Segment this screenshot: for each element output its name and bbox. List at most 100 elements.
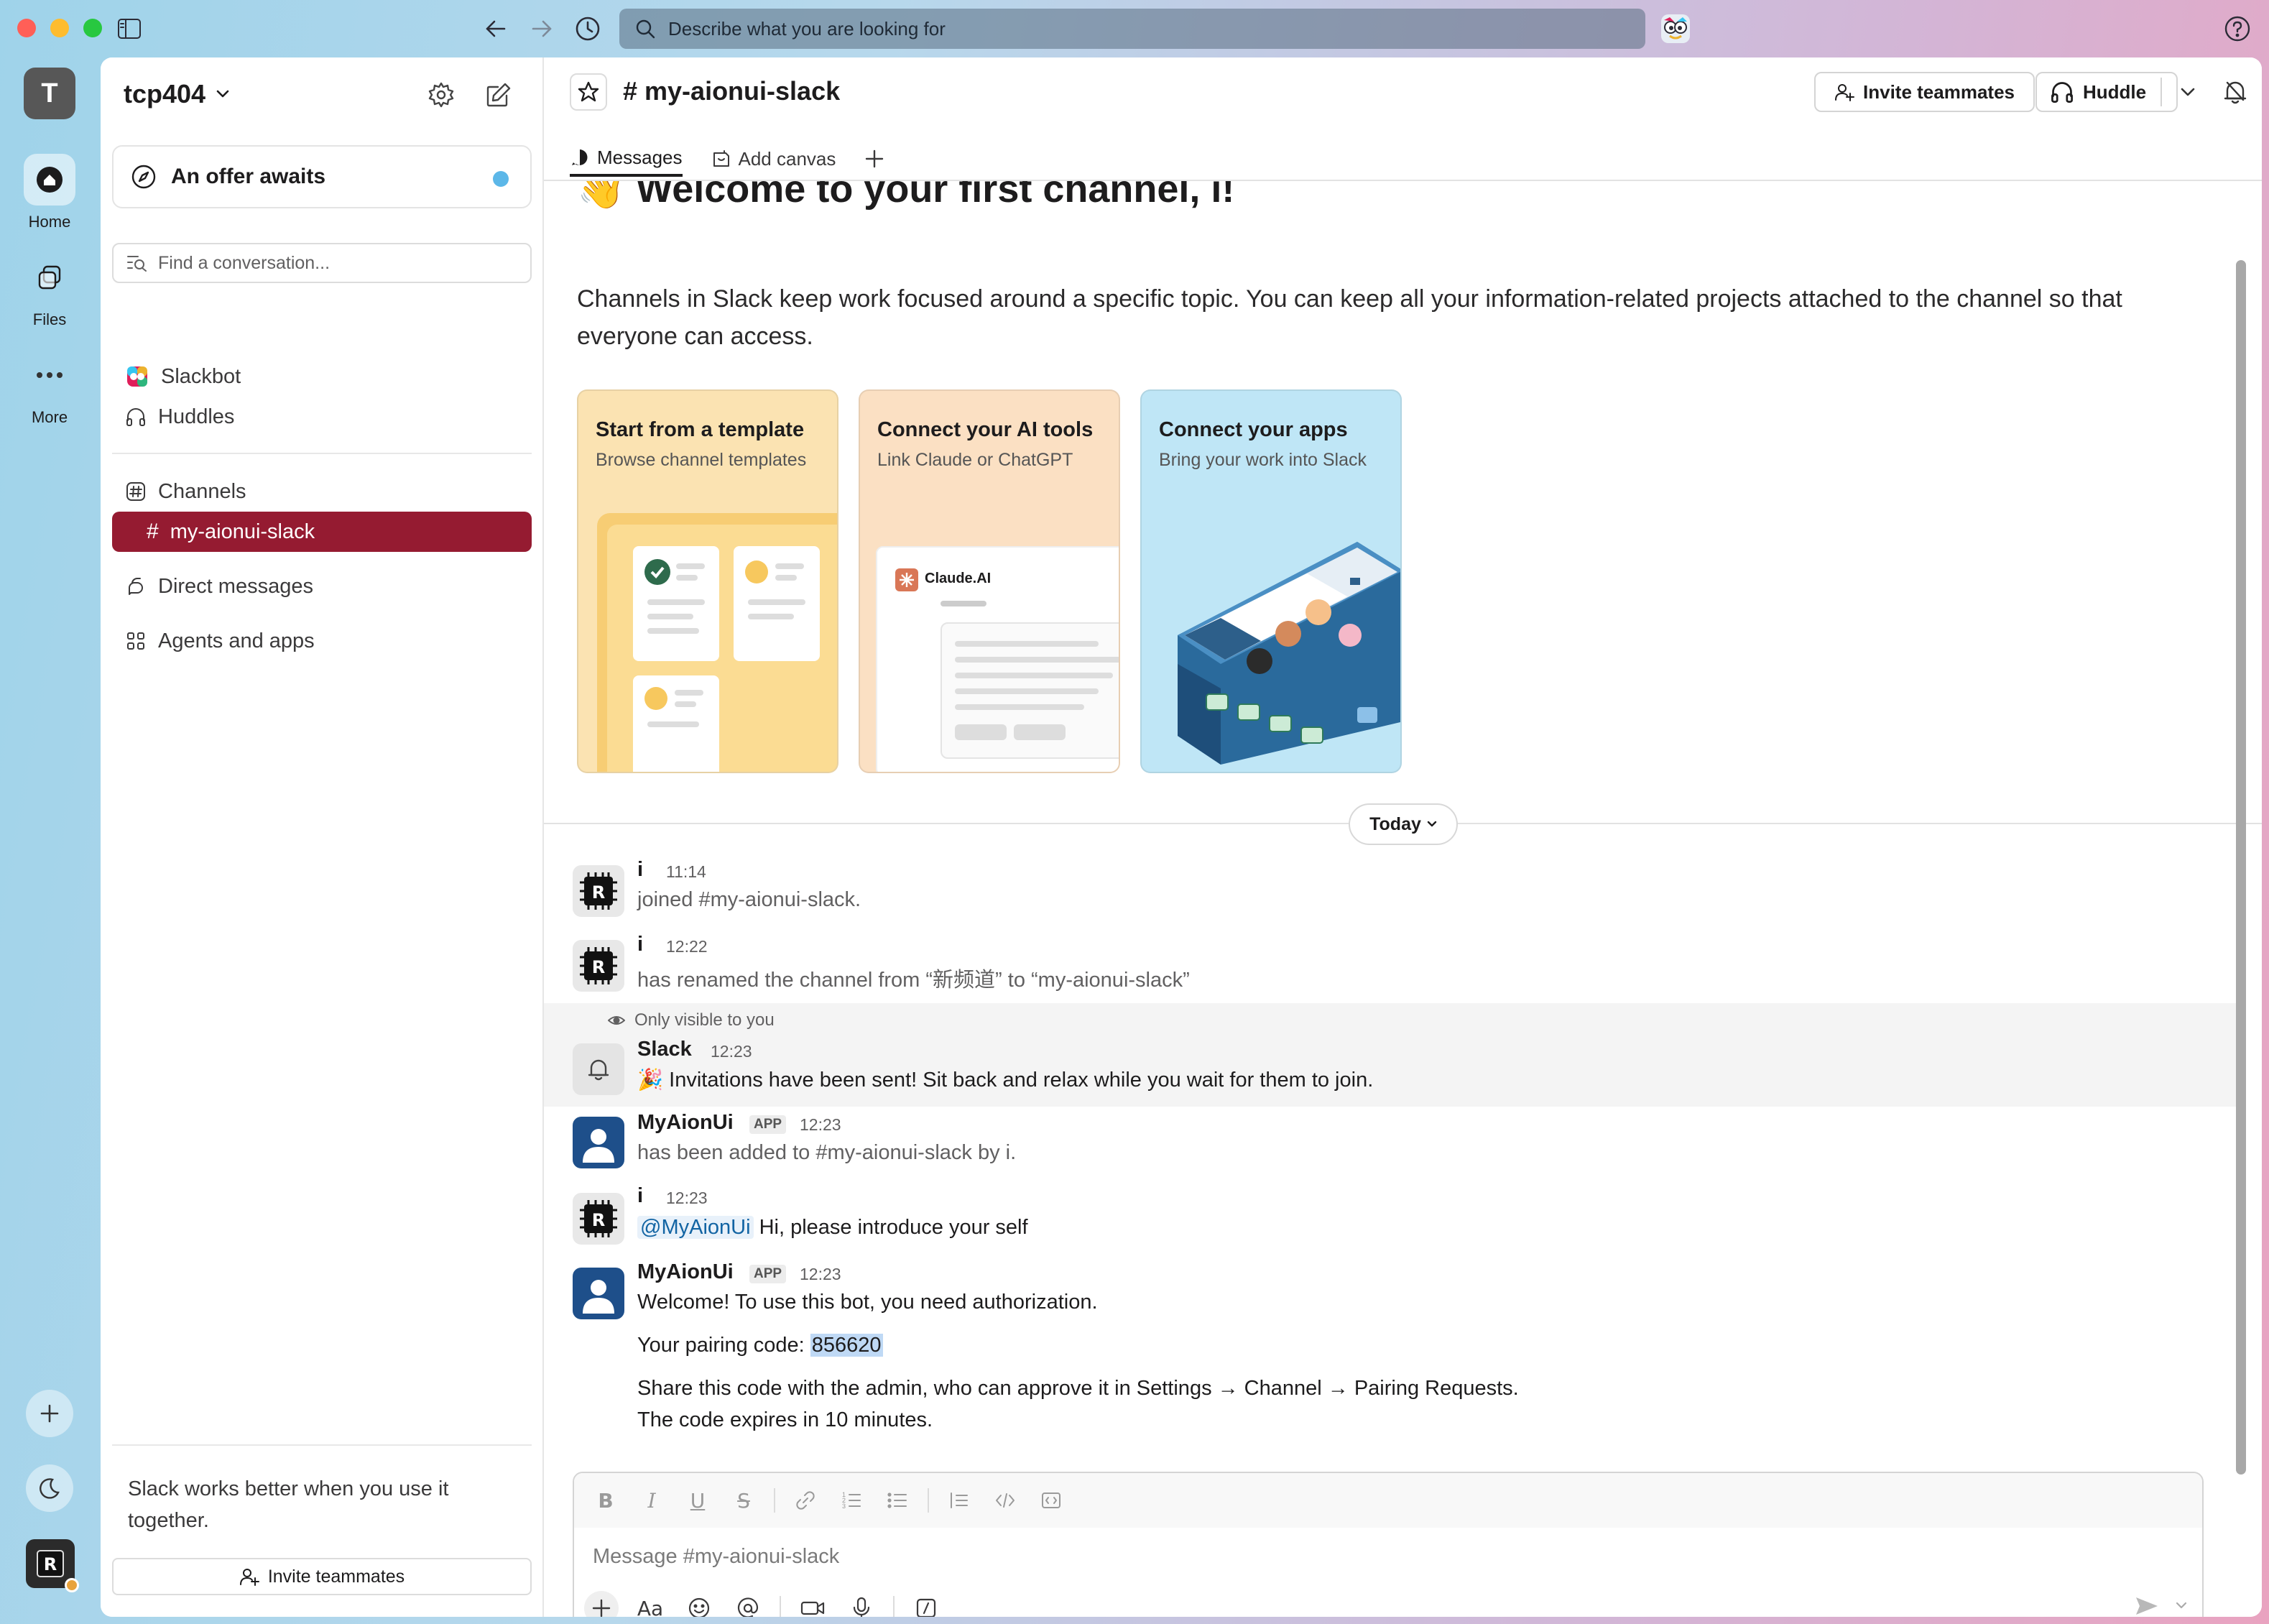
find-conversation-input[interactable]: Find a conversation... <box>112 243 532 283</box>
user-avatar[interactable]: R <box>26 1539 79 1592</box>
message-author[interactable]: i <box>637 858 643 882</box>
underline-icon[interactable]: U <box>682 1485 713 1516</box>
minimize-window-button[interactable] <box>50 19 69 37</box>
sidebar-invite-button[interactable]: Invite teammates <box>112 1558 532 1595</box>
user-avatar[interactable]: R <box>573 1193 624 1245</box>
rail-more[interactable]: More <box>20 349 79 427</box>
tab-messages[interactable]: Messages <box>570 141 683 177</box>
message-time[interactable]: 12:23 <box>711 1042 752 1061</box>
link-icon[interactable] <box>790 1485 821 1516</box>
huddle-chevron-down-icon[interactable] <box>2171 72 2205 112</box>
formatting-aa-icon[interactable]: Aa <box>633 1591 667 1618</box>
attach-plus-icon[interactable] <box>584 1591 619 1617</box>
app-avatar[interactable] <box>573 1117 624 1168</box>
message-author[interactable]: Slack <box>637 1038 692 1061</box>
sidebar-item-slackbot[interactable]: Slackbot <box>112 356 532 397</box>
bold-icon[interactable]: B <box>590 1485 621 1516</box>
rail-home[interactable]: Home <box>20 154 79 231</box>
history-clock-icon[interactable] <box>570 11 605 46</box>
slackbot-avatar-icon[interactable] <box>1658 11 1693 46</box>
message-author[interactable]: i <box>637 933 643 956</box>
italic-icon[interactable]: I <box>636 1485 667 1516</box>
message-row[interactable]: MyAionUi APP 12:23 Welcome! To use this … <box>544 1259 2240 1446</box>
forward-arrow-icon[interactable] <box>524 11 559 46</box>
user-avatar[interactable]: R <box>573 865 624 917</box>
maximize-window-button[interactable] <box>83 19 102 37</box>
workspace-switcher[interactable]: tcp404 <box>124 79 230 109</box>
message-author[interactable]: i <box>637 1184 643 1208</box>
message-bubble-icon <box>572 149 588 165</box>
back-arrow-icon[interactable] <box>479 11 513 46</box>
more-dots-icon[interactable] <box>24 349 75 401</box>
user-mention[interactable]: @MyAionUi <box>637 1216 754 1239</box>
message-composer[interactable]: B I U S 123 Message #my-aionui-slack Aa <box>573 1472 2204 1617</box>
tab-add-canvas[interactable]: Add canvas <box>711 141 836 177</box>
message-time[interactable]: 11:14 <box>666 862 706 882</box>
invite-teammates-button[interactable]: Invite teammates <box>1814 72 2035 112</box>
message-time[interactable]: 12:23 <box>800 1265 841 1284</box>
chevron-down-icon <box>216 90 229 98</box>
connect-apps-card[interactable]: Connect your apps Bring your work into S… <box>1140 389 1402 773</box>
send-options-chevron-icon[interactable] <box>2175 1601 2188 1610</box>
slash-shortcuts-icon[interactable] <box>909 1591 943 1617</box>
message-time[interactable]: 12:22 <box>666 937 708 956</box>
mention-at-icon[interactable] <box>731 1591 765 1617</box>
sidebar-item-agents-and-apps[interactable]: Agents and apps <box>112 621 532 661</box>
template-card[interactable]: Start from a template Browse channel tem… <box>577 389 838 773</box>
microphone-icon[interactable] <box>844 1591 879 1617</box>
message-row[interactable]: R i 11:14 joined #my-aionui-slack. <box>544 857 2240 927</box>
close-window-button[interactable] <box>17 19 36 37</box>
sidebar-item-direct-messages[interactable]: Direct messages <box>112 566 532 606</box>
day-divider-pill[interactable]: Today <box>1349 803 1458 845</box>
video-icon[interactable] <box>795 1591 830 1617</box>
dark-mode-moon-icon[interactable] <box>26 1464 73 1512</box>
sidebar-item-my-aionui-slack[interactable]: # my-aionui-slack <box>112 512 532 552</box>
message-input[interactable]: Message #my-aionui-slack <box>593 1545 839 1569</box>
sidebar-item-channels[interactable]: Channels <box>112 471 532 512</box>
notifications-bell-icon[interactable] <box>2215 72 2255 112</box>
message-author[interactable]: MyAionUi <box>637 1111 734 1135</box>
message-row[interactable]: R i 12:22 has renamed the channel from “… <box>544 931 2240 1002</box>
sidebar-toggle-icon[interactable] <box>112 11 147 46</box>
message-time[interactable]: 12:23 <box>800 1115 841 1135</box>
pairing-code[interactable]: 856620 <box>810 1334 883 1357</box>
add-workspace-button[interactable] <box>26 1390 73 1437</box>
slack-avatar[interactable] <box>573 1043 624 1095</box>
blockquote-icon[interactable] <box>943 1485 975 1516</box>
user-avatar[interactable]: R <box>573 940 624 992</box>
ai-tools-card[interactable]: Connect your AI tools Link Claude or Cha… <box>859 389 1120 773</box>
home-icon[interactable] <box>24 154 75 206</box>
sidebar-item-label: my-aionui-slack <box>170 520 315 543</box>
strikethrough-icon[interactable]: S <box>728 1485 759 1516</box>
files-icon[interactable] <box>24 252 75 303</box>
compose-icon[interactable] <box>479 75 519 115</box>
bullet-list-icon[interactable] <box>882 1485 913 1516</box>
search-bar[interactable]: Describe what you are looking for <box>619 9 1645 49</box>
message-row[interactable]: R i 12:23 @MyAionUi Hi, please introduce… <box>544 1184 2240 1256</box>
message-scrollbar[interactable] <box>2236 260 2246 1475</box>
code-icon[interactable] <box>989 1485 1021 1516</box>
code-block-icon[interactable] <box>1035 1485 1067 1516</box>
huddle-button[interactable]: Huddle <box>2035 72 2178 112</box>
message-row-ephemeral[interactable]: Only visible to you Slack 12:23 🎉 Invita… <box>544 1003 2240 1107</box>
channel-title[interactable]: # my-aionui-slack <box>623 76 840 106</box>
app-avatar[interactable] <box>573 1268 624 1319</box>
message-row[interactable]: MyAionUi APP 12:23 has been added to #my… <box>544 1108 2240 1181</box>
help-icon[interactable] <box>2220 11 2255 46</box>
star-icon[interactable] <box>570 73 607 111</box>
welcome-description: Channels in Slack keep work focused arou… <box>577 285 2122 350</box>
message-author[interactable]: MyAionUi <box>637 1260 734 1284</box>
workspace-avatar[interactable]: T <box>24 68 75 119</box>
settings-gear-icon[interactable] <box>421 75 461 115</box>
svg-text:R: R <box>44 1554 57 1574</box>
app-badge: APP <box>749 1265 787 1283</box>
rail-files[interactable]: Files <box>20 252 79 329</box>
sidebar-item-huddles[interactable]: Huddles <box>112 397 532 437</box>
send-icon[interactable] <box>2135 1595 2159 1617</box>
add-tab-plus-icon[interactable] <box>864 141 884 177</box>
message-time[interactable]: 12:23 <box>666 1189 708 1208</box>
offer-banner[interactable]: An offer awaits <box>112 145 532 208</box>
ordered-list-icon[interactable]: 123 <box>836 1485 867 1516</box>
emoji-icon[interactable] <box>682 1591 716 1617</box>
composer-separator <box>893 1596 895 1617</box>
